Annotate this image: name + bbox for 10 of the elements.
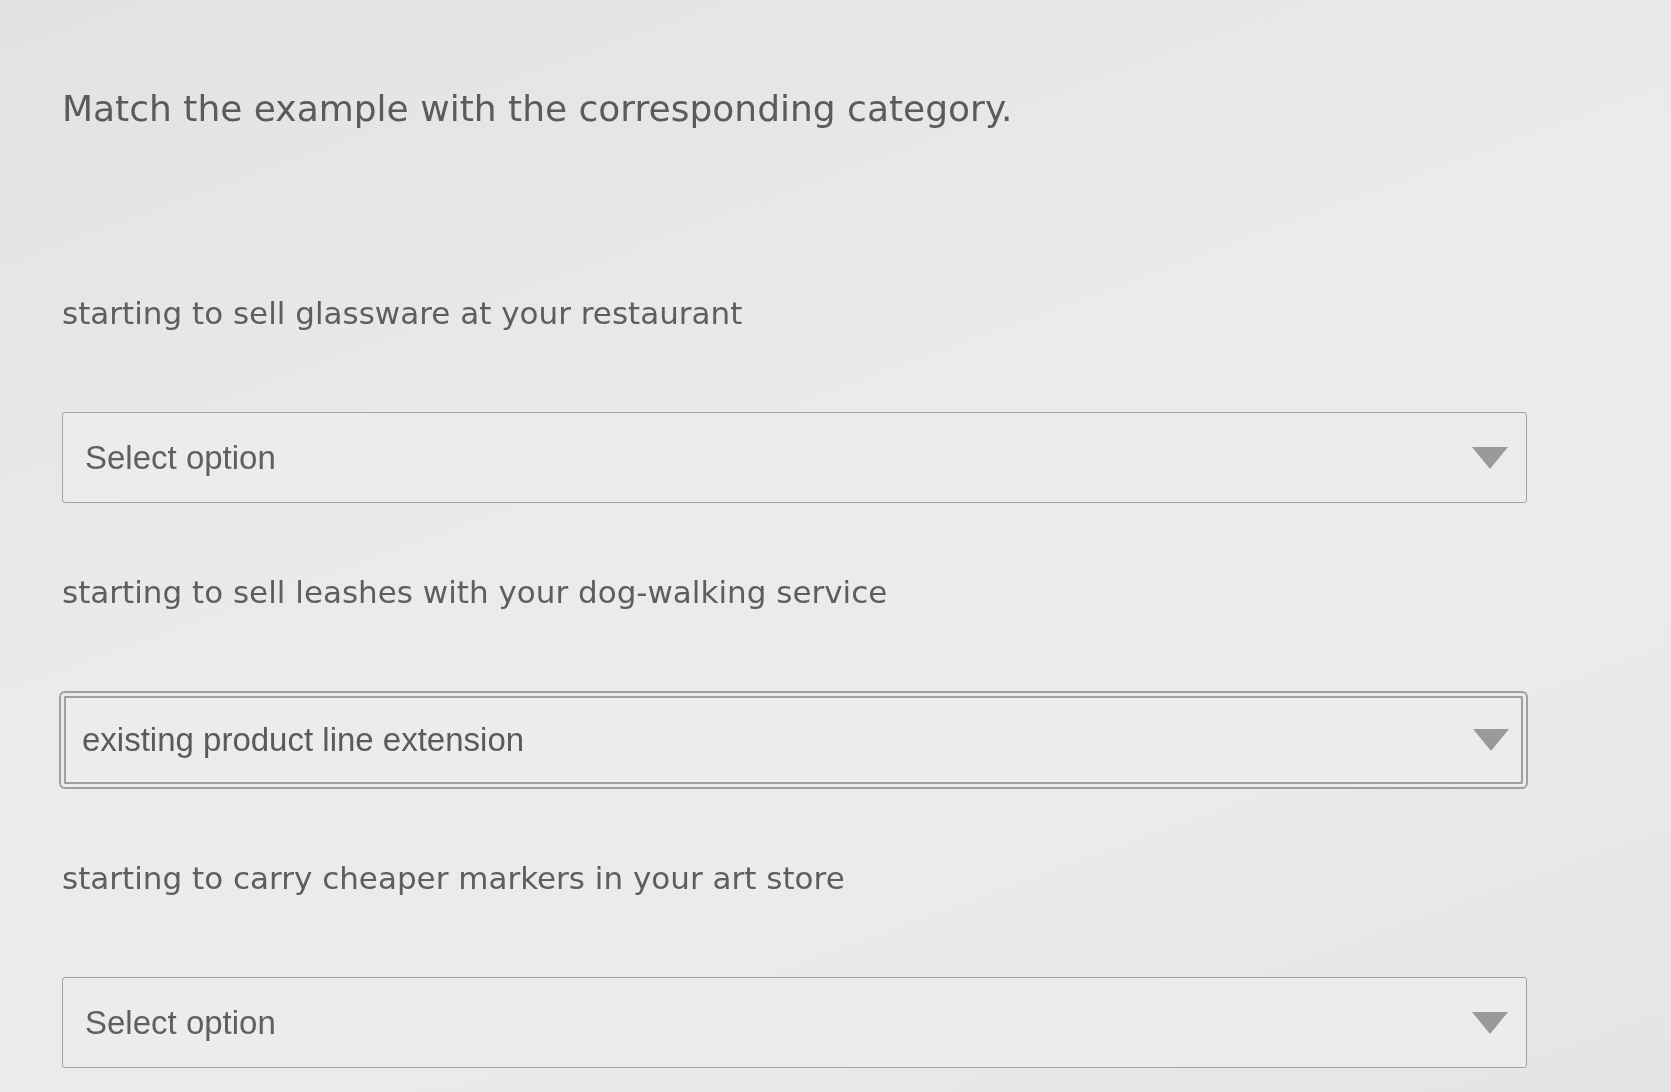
select-dropdown[interactable]: Select option <box>62 977 1527 1068</box>
example-text: starting to sell glassware at your restaurant <box>62 294 743 333</box>
question-prompt: Match the example with the corresponding category. <box>62 87 1013 131</box>
caret-down-icon <box>1472 446 1508 469</box>
caret-down-icon <box>1472 1011 1508 1034</box>
example-text: starting to sell leashes with your dog-walking service <box>62 573 888 612</box>
example-text: starting to carry cheaper markers in your art store <box>62 859 845 898</box>
select-dropdown[interactable]: existing product line extension <box>59 691 1528 789</box>
caret-down-icon <box>1473 729 1509 751</box>
select-dropdown[interactable]: Select option <box>62 412 1527 503</box>
